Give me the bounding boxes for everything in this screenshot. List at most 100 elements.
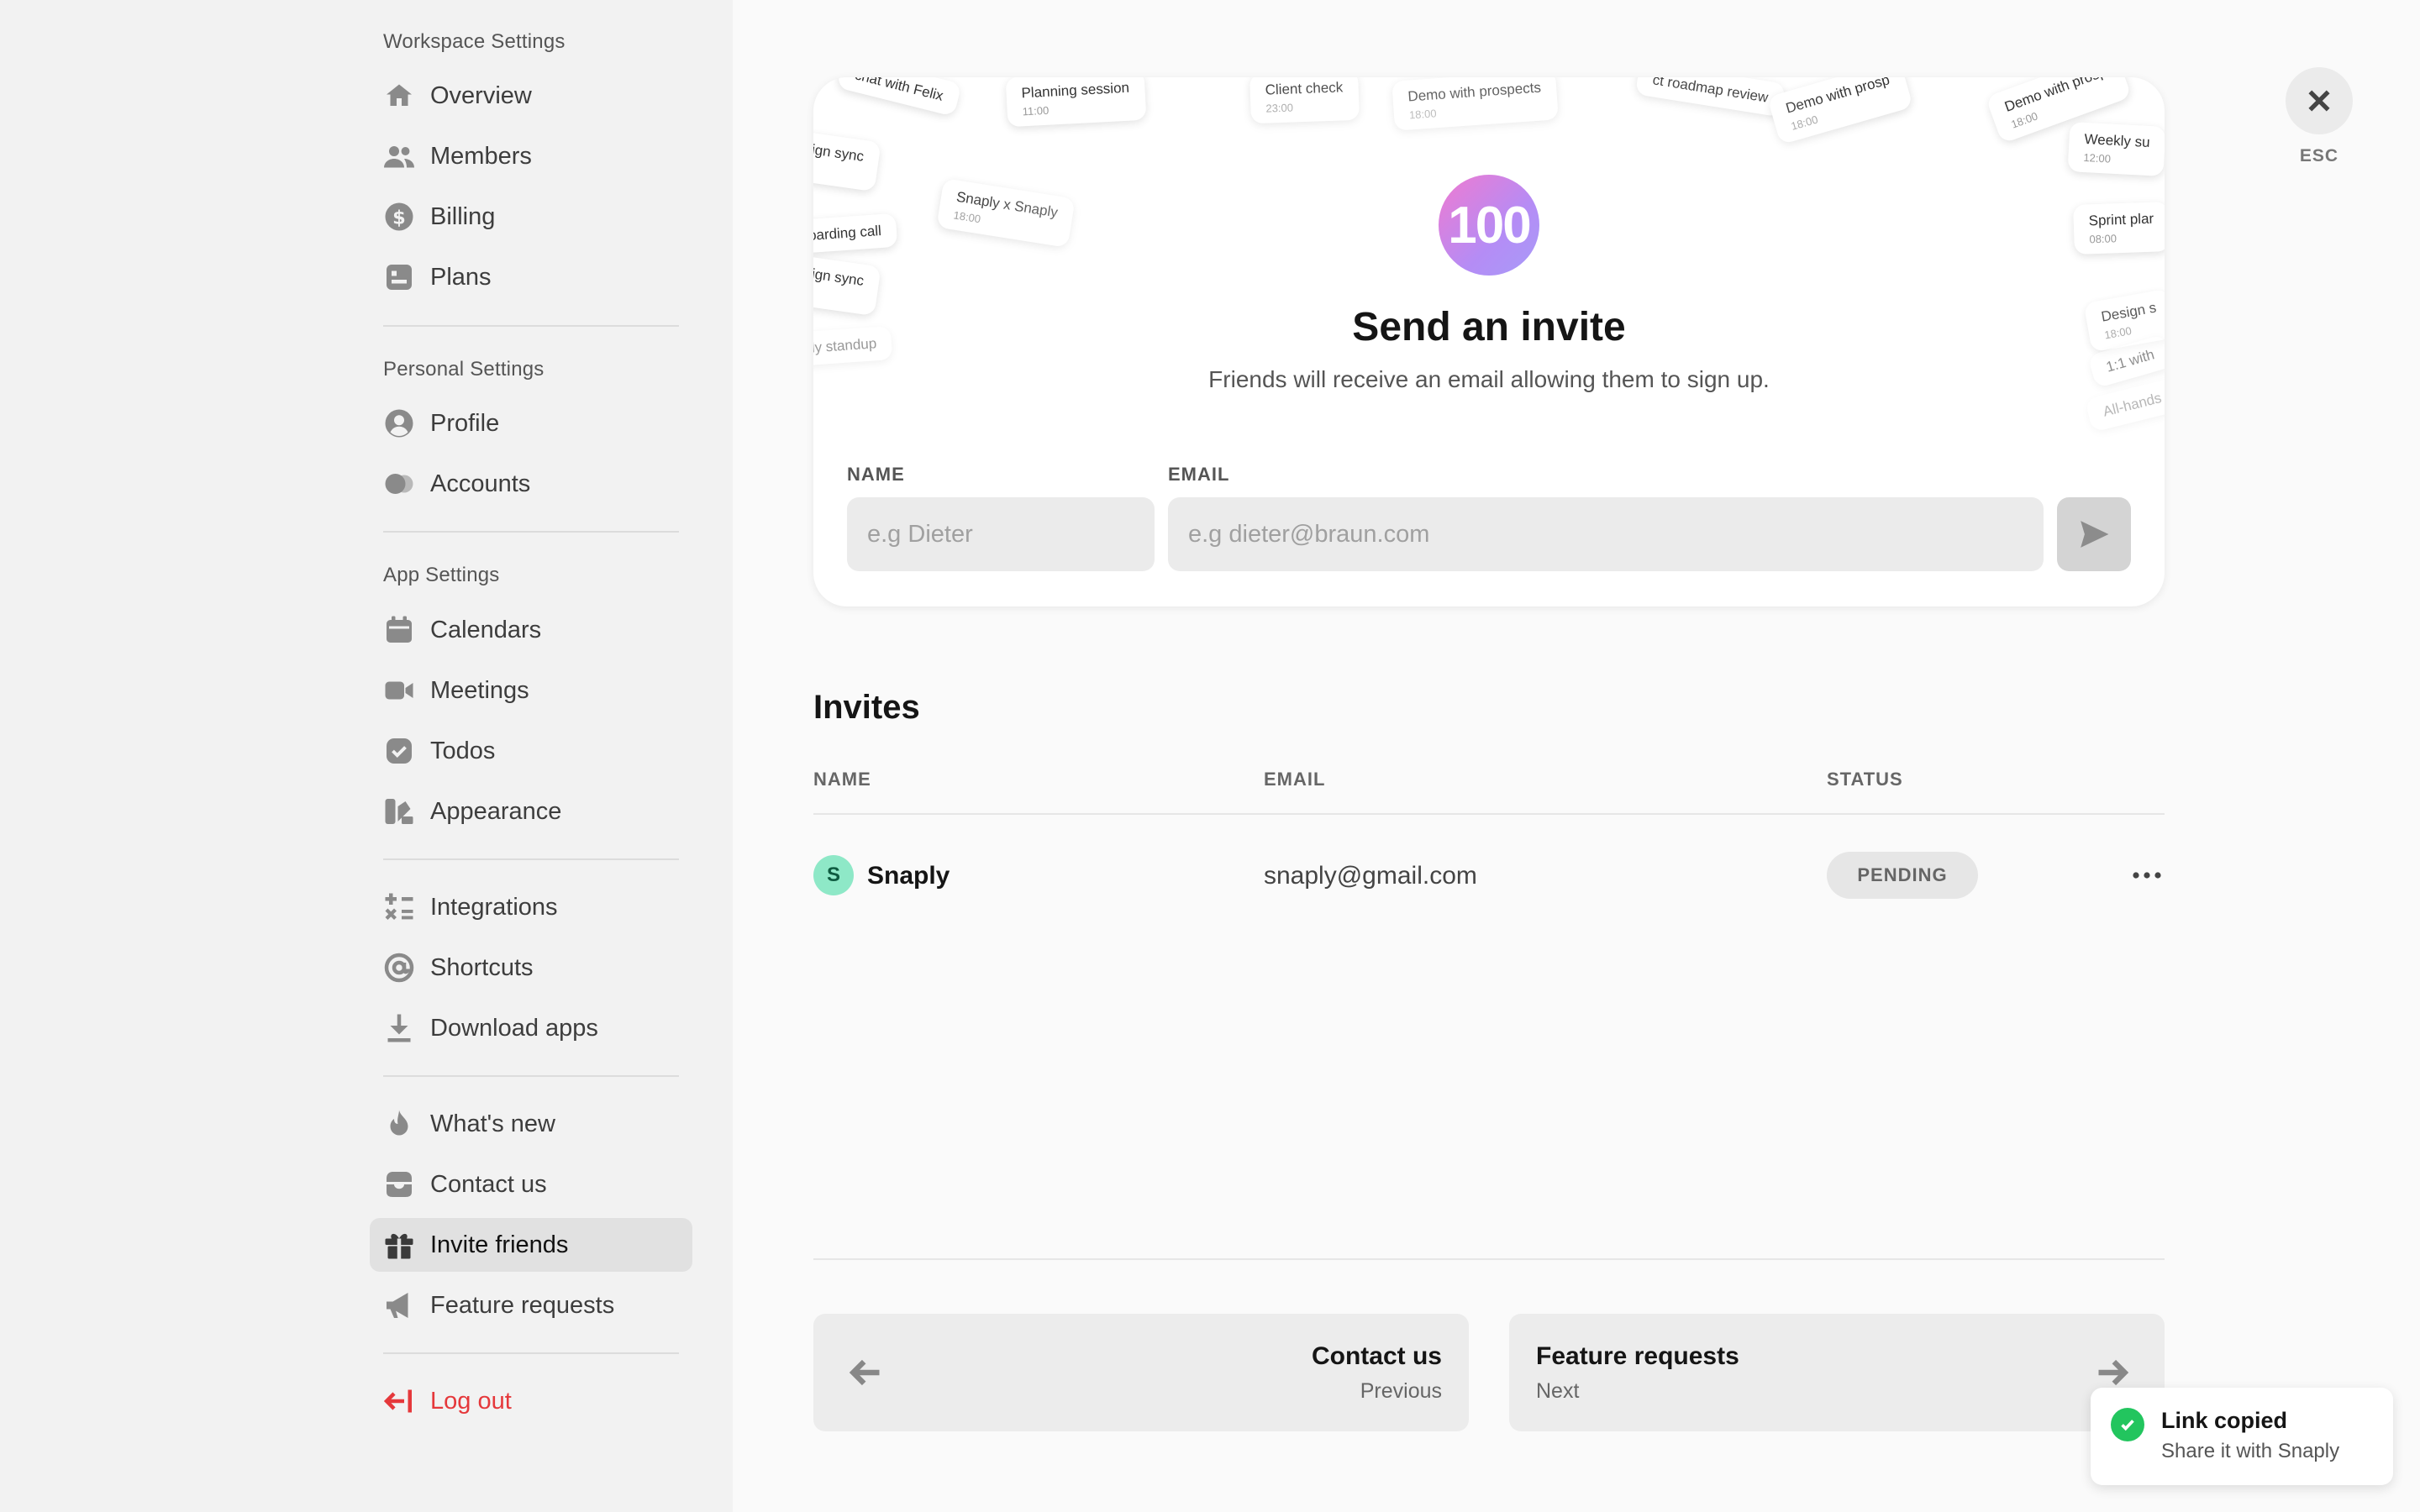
invites-title: Invites [813, 689, 920, 726]
send-icon [2081, 521, 2109, 548]
settings-sidebar: Workspace Settings Overview Members $ Bi… [0, 0, 733, 1512]
card-title: Send an invite [1352, 305, 1626, 349]
previous-page-button[interactable]: Contact us Previous [813, 1314, 1469, 1431]
status-badge: PENDING [1827, 852, 1978, 899]
email-field-label: EMAIL [1168, 464, 1230, 485]
sidebar-item-label: Todos [430, 737, 496, 764]
check-square-icon [383, 735, 415, 767]
close-icon [2308, 90, 2330, 112]
svg-text:$: $ [392, 207, 406, 228]
close-button[interactable] [2286, 67, 2353, 134]
sidebar-item-shortcuts[interactable]: Shortcuts [370, 941, 692, 995]
appearance-icon [383, 795, 415, 827]
name-input[interactable] [847, 497, 1155, 571]
decor-event-chip: ct roadmap review [1634, 77, 1786, 118]
next-page-button[interactable]: Feature requests Next [1509, 1314, 2165, 1431]
toast-title: Link copied [2161, 1408, 2288, 1433]
sidebar-item-label: Download apps [430, 1014, 598, 1042]
calendar-icon [383, 614, 415, 646]
more-horizontal-icon [2133, 872, 2161, 879]
section-title-app: App Settings [383, 564, 500, 586]
flame-icon [383, 1108, 415, 1140]
esc-label: ESC [2299, 146, 2339, 165]
decor-event-chip: Demo with prosp 18:00 [1767, 77, 1913, 145]
check-circle-icon [2111, 1408, 2144, 1441]
next-page-title: Feature requests [1536, 1342, 1739, 1370]
card-subtitle: Friends will receive an email allowing t… [1208, 366, 1770, 392]
sidebar-item-label: Log out [430, 1387, 512, 1415]
sidebar-item-contact-us[interactable]: Contact us [370, 1158, 692, 1211]
megaphone-icon [383, 1289, 415, 1321]
section-title-personal: Personal Settings [383, 358, 544, 381]
column-header-name: NAME [813, 769, 871, 790]
sidebar-item-label: Calendars [430, 616, 542, 643]
sidebar-item-label: Overview [430, 81, 532, 109]
logout-icon [383, 1385, 415, 1417]
decor-event-chip: oarding call [813, 213, 898, 255]
sidebar-item-members[interactable]: Members [370, 129, 692, 183]
sidebar-item-calendars[interactable]: Calendars [370, 603, 692, 657]
decor-event-chip: Demo with prospects 18:00 [1392, 77, 1559, 131]
plan-icon [383, 261, 415, 293]
sidebar-item-whats-new[interactable]: What's new [370, 1097, 692, 1151]
link-copied-toast: Link copied Share it with Snaply [2091, 1388, 2393, 1485]
arrow-right-icon [2094, 1354, 2131, 1391]
video-icon [383, 675, 415, 706]
sidebar-item-label: Shortcuts [430, 953, 534, 981]
sidebar-item-profile[interactable]: Profile [370, 396, 692, 450]
sidebar-item-integrations[interactable]: Integrations [370, 880, 692, 934]
dollar-icon: $ [383, 201, 415, 233]
sidebar-divider [383, 1352, 679, 1354]
download-icon [383, 1012, 415, 1044]
sidebar-item-label: Integrations [430, 893, 558, 921]
row-actions-button[interactable] [2126, 857, 2168, 894]
send-invite-card: chat with Felix Planning session 11:00 si… [813, 77, 2165, 606]
toast-subtitle: Share it with Snaply [2161, 1440, 2340, 1462]
section-title-workspace: Workspace Settings [383, 30, 566, 53]
previous-page-sub: Previous [1360, 1379, 1442, 1403]
sidebar-item-label: Meetings [430, 676, 529, 704]
previous-page-title: Contact us [1311, 1342, 1442, 1370]
sidebar-item-meetings[interactable]: Meetings [370, 664, 692, 717]
gift-icon [383, 1229, 415, 1261]
sidebar-item-invite-friends[interactable]: Invite friends [370, 1218, 692, 1272]
decor-event-chip: Client check 23:00 [1249, 77, 1360, 124]
arrow-left-icon [847, 1354, 884, 1391]
sidebar-item-label: Appearance [430, 797, 562, 825]
sidebar-item-feature-requests[interactable]: Feature requests [370, 1278, 692, 1332]
email-input[interactable] [1168, 497, 2044, 571]
user-circle-icon [383, 407, 415, 439]
sidebar-item-todos[interactable]: Todos [370, 724, 692, 778]
sidebar-item-accounts[interactable]: Accounts [370, 457, 692, 511]
sidebar-item-label: Members [430, 142, 532, 170]
sidebar-item-label: Contact us [430, 1170, 547, 1198]
decor-event-chip: Sprint plar 08:00 [2073, 202, 2165, 255]
next-page-sub: Next [1536, 1379, 1580, 1403]
invites-remaining-badge: 100 [1439, 175, 1539, 276]
avatar: S [813, 855, 854, 895]
sidebar-item-label: Accounts [430, 470, 531, 497]
sidebar-divider [383, 1075, 679, 1077]
invitee-email: snaply@gmail.com [1264, 862, 1477, 890]
users-icon [383, 140, 415, 172]
sidebar-item-label: Billing [430, 202, 496, 230]
decor-event-chip: sign sync0 [813, 129, 881, 192]
sidebar-item-plans[interactable]: Plans [370, 250, 692, 304]
sidebar-item-overview[interactable]: Overview [370, 69, 692, 123]
sidebar-item-download-apps[interactable]: Download apps [370, 1001, 692, 1055]
sidebar-item-appearance[interactable]: Appearance [370, 785, 692, 838]
integrations-icon [383, 891, 415, 923]
inbox-icon [383, 1168, 415, 1200]
send-invite-button[interactable] [2057, 497, 2131, 571]
at-sign-icon [383, 952, 415, 984]
decor-event-chip: Weekly su 12:00 [2067, 122, 2165, 176]
logout-button[interactable]: Log out [370, 1374, 692, 1428]
home-icon [383, 80, 415, 112]
sidebar-divider [383, 325, 679, 327]
column-header-email: EMAIL [1264, 769, 1326, 790]
sidebar-divider [383, 858, 679, 860]
sidebar-item-billing[interactable]: $ Billing [370, 190, 692, 244]
sidebar-item-label: Feature requests [430, 1291, 615, 1319]
decor-event-chip: Snaply x Snaply 18:00 [936, 178, 1076, 248]
decor-event-chip: Planning session 11:00 [1005, 77, 1146, 128]
